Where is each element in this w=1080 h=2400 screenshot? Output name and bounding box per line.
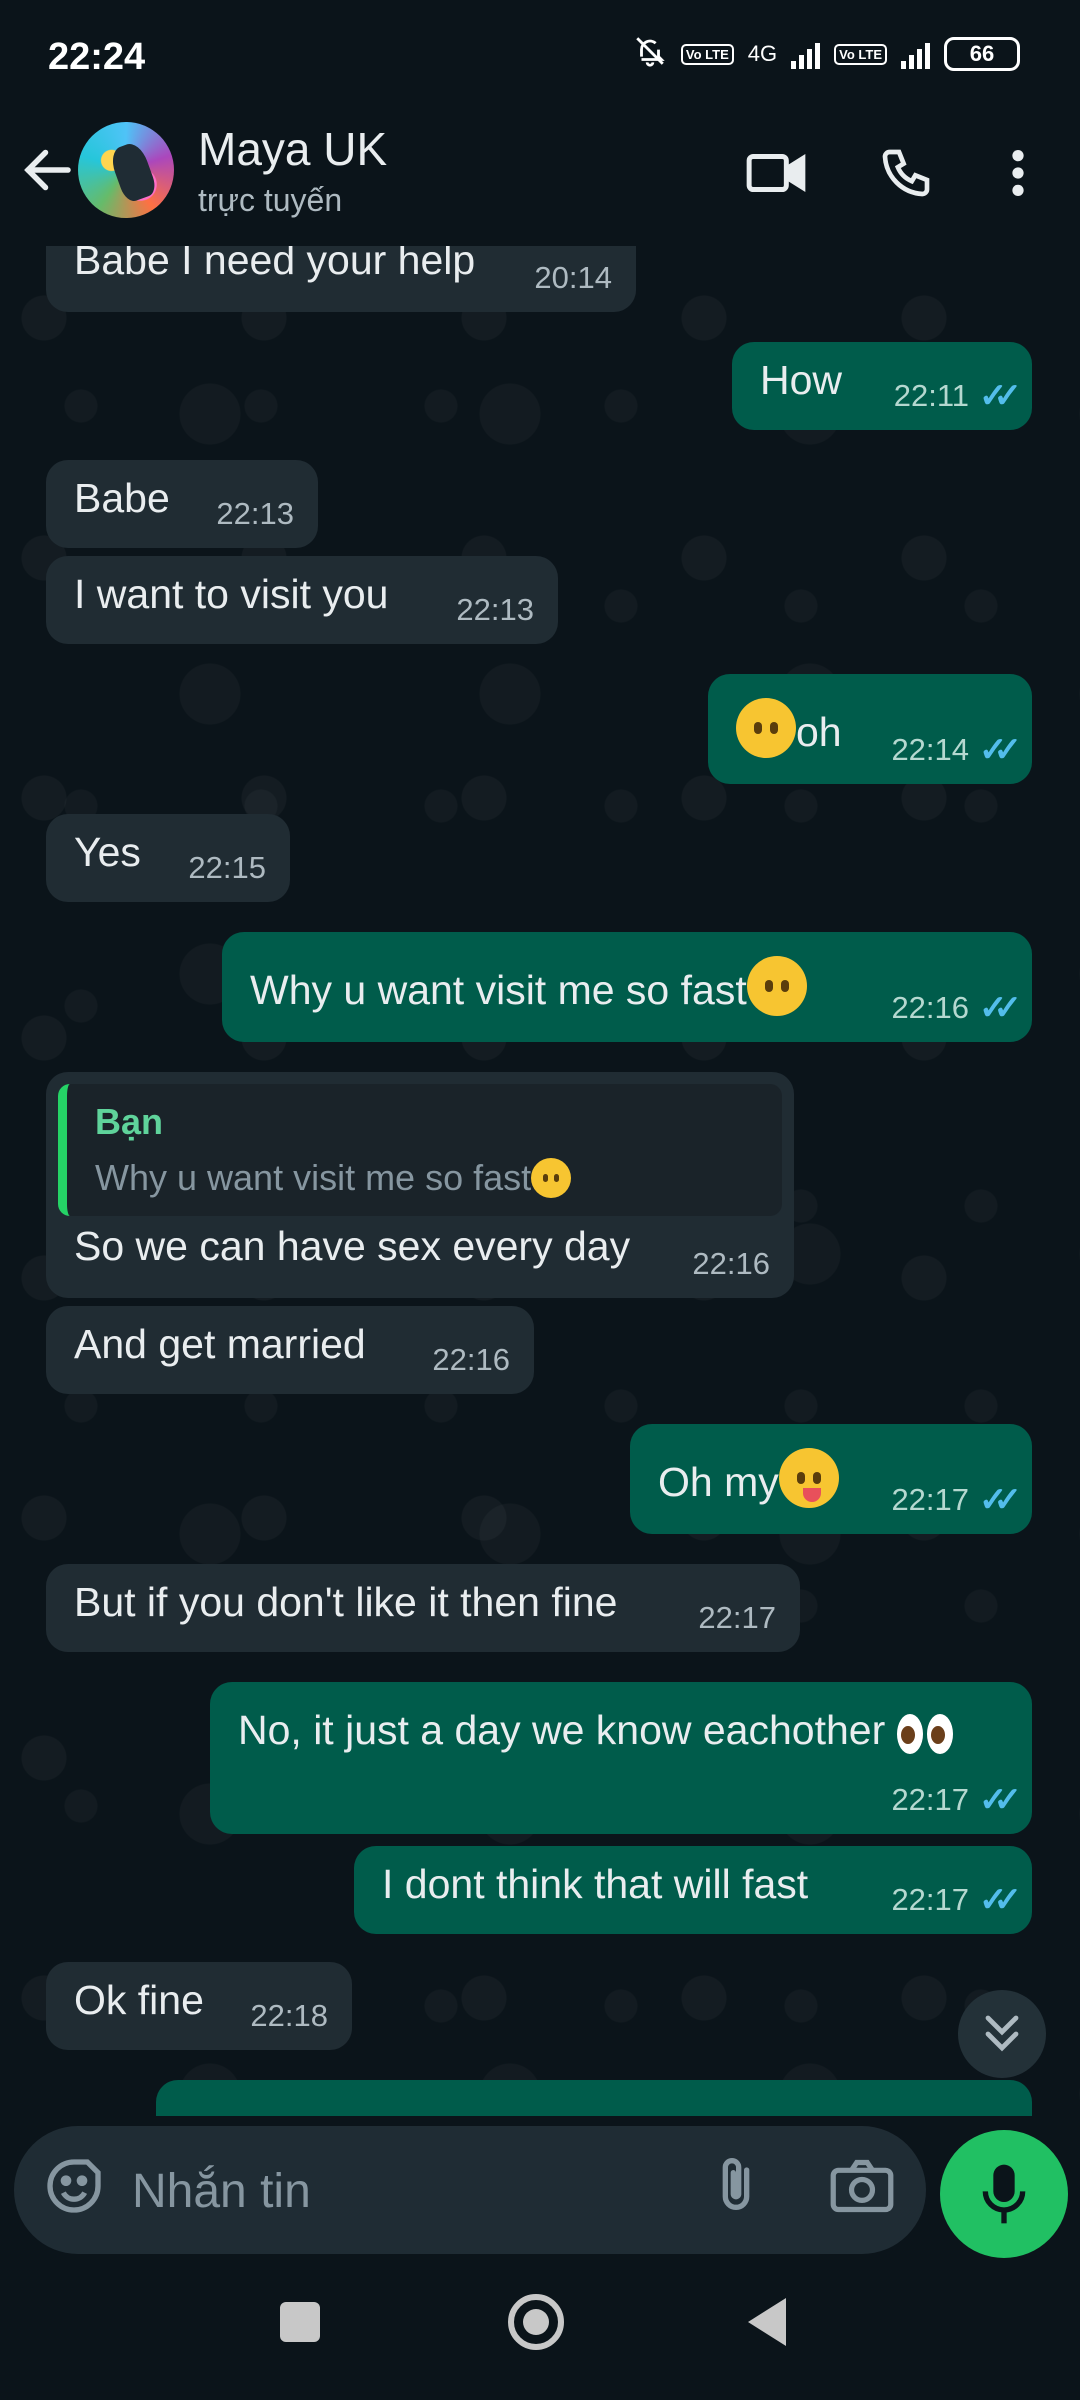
yum-face-emoji	[778, 1448, 839, 1508]
signal-icon	[791, 39, 821, 69]
neutral-face-emoji	[746, 956, 807, 1016]
avatar[interactable]	[78, 122, 174, 218]
message-input-bar: Nhắn tin	[14, 2126, 926, 2254]
volte-icon: Vo LTE	[680, 43, 734, 65]
signal-icon-2	[901, 39, 930, 69]
message-outgoing[interactable]: oh 22:14 ✓✓	[708, 674, 1032, 784]
message-text: I dont think that will fast	[382, 1861, 809, 1907]
message-incoming[interactable]: Ok fine 22:18	[46, 1962, 352, 2050]
message-text: Yes	[74, 829, 141, 875]
message-time: 22:17	[698, 1600, 776, 1635]
mute-bell-icon	[633, 34, 667, 74]
message-incoming[interactable]: Yes 22:15	[46, 814, 290, 902]
message-text: Ok fine	[74, 1977, 204, 2023]
status-time: 22:24	[48, 36, 146, 78]
read-ticks-icon: ✓✓	[979, 989, 1022, 1027]
message-outgoing-partial[interactable]	[156, 2080, 1032, 2116]
read-ticks-icon: ✓✓	[979, 377, 1022, 415]
message-text: And get married	[74, 1321, 366, 1367]
emoji-sticker-icon[interactable]	[42, 2154, 114, 2226]
message-incoming[interactable]: Babe 22:13	[46, 460, 318, 548]
message-text: Babe I need your help	[74, 246, 476, 283]
message-time: 22:13	[216, 496, 294, 531]
message-incoming-reply[interactable]: Bạn Why u want visit me so fast So we ca…	[46, 1072, 794, 1298]
read-ticks-icon: ✓✓	[979, 1481, 1022, 1519]
scroll-to-bottom-button[interactable]	[958, 1990, 1046, 2078]
message-text: I want to visit you	[74, 571, 389, 617]
back-button[interactable]	[748, 2298, 786, 2346]
message-time: 22:18	[250, 1998, 328, 2033]
message-meta: 22:14 ✓✓	[891, 726, 1022, 774]
message-incoming[interactable]: Babe I need your help 20:14	[46, 246, 636, 312]
eyes-emoji	[896, 1714, 953, 1754]
more-options-icon[interactable]	[988, 138, 1048, 208]
volte-icon-2: Vo LTE	[834, 43, 887, 65]
message-outgoing[interactable]: No, it just a day we know eachother 22:1…	[210, 1682, 1032, 1834]
recent-apps-button[interactable]	[280, 2302, 320, 2342]
phone-icon[interactable]	[866, 138, 946, 208]
message-meta: 22:17 ✓✓	[891, 1876, 1022, 1924]
message-time: 22:16	[692, 1246, 770, 1281]
message-outgoing[interactable]: Why u want visit me so fast 22:16 ✓✓	[222, 932, 1032, 1042]
quoted-message[interactable]: Bạn Why u want visit me so fast	[58, 1084, 782, 1216]
back-arrow-icon[interactable]	[18, 140, 78, 200]
message-text: So we can have sex every day	[74, 1223, 631, 1269]
message-incoming[interactable]: And get married 22:16	[46, 1306, 534, 1394]
message-text: Babe	[74, 475, 170, 521]
quoted-author: Bạn	[95, 1101, 164, 1142]
network-type: 4G	[747, 41, 778, 66]
system-navigation-bar	[0, 2260, 1080, 2400]
message-meta: 22:11 ✓✓	[894, 372, 1022, 420]
contact-name[interactable]: Maya UK	[198, 122, 387, 176]
message-time: 20:14	[534, 260, 612, 295]
message-outgoing[interactable]: I dont think that will fast 22:17 ✓✓	[354, 1846, 1032, 1934]
quoted-text: Why u want visit me so fast	[95, 1154, 572, 1202]
message-meta: 22:17 ✓✓	[891, 1476, 1022, 1524]
message-time: 22:16	[432, 1342, 510, 1377]
message-text: Oh my	[658, 1448, 839, 1508]
message-incoming[interactable]: I want to visit you 22:13	[46, 556, 558, 644]
message-text: No, it just a day we know eachother	[238, 1706, 953, 1754]
chat-header: Maya UK trực tuyến	[0, 110, 1080, 246]
contact-status: trực tuyến	[198, 182, 343, 218]
message-text: How	[760, 357, 843, 403]
video-call-icon[interactable]	[736, 138, 816, 208]
read-ticks-icon: ✓✓	[979, 731, 1022, 769]
status-bar: 22:24 Vo LTE 4G Vo LTE 66	[0, 0, 1080, 110]
message-input[interactable]: Nhắn tin	[132, 2164, 311, 2219]
status-icons: Vo LTE 4G Vo LTE 66	[633, 34, 1020, 74]
chat-messages[interactable]: Babe I need your help 20:14 How 22:11 ✓✓ …	[0, 246, 1080, 2116]
neutral-face-emoji	[736, 698, 796, 758]
message-incoming[interactable]: But if you don't like it then fine 22:17	[46, 1564, 800, 1652]
message-time: 22:13	[456, 592, 534, 627]
message-outgoing[interactable]: How 22:11 ✓✓	[732, 342, 1032, 430]
voice-message-button[interactable]	[940, 2130, 1068, 2258]
message-time: 22:15	[188, 850, 266, 885]
message-outgoing[interactable]: Oh my 22:17 ✓✓	[630, 1424, 1032, 1534]
message-text: Why u want visit me so fast	[250, 956, 807, 1016]
attach-icon[interactable]	[704, 2154, 776, 2226]
message-meta: 22:16 ✓✓	[891, 984, 1022, 1032]
read-ticks-icon: ✓✓	[979, 1781, 1022, 1819]
message-text: But if you don't like it then fine	[74, 1579, 618, 1625]
home-button[interactable]	[508, 2294, 564, 2350]
battery-icon: 66	[944, 37, 1020, 71]
camera-icon[interactable]	[828, 2154, 908, 2226]
neutral-face-emoji	[531, 1158, 572, 1198]
message-text: oh	[736, 698, 842, 758]
message-meta: 22:17 ✓✓	[891, 1776, 1022, 1824]
read-ticks-icon: ✓✓	[979, 1881, 1022, 1919]
